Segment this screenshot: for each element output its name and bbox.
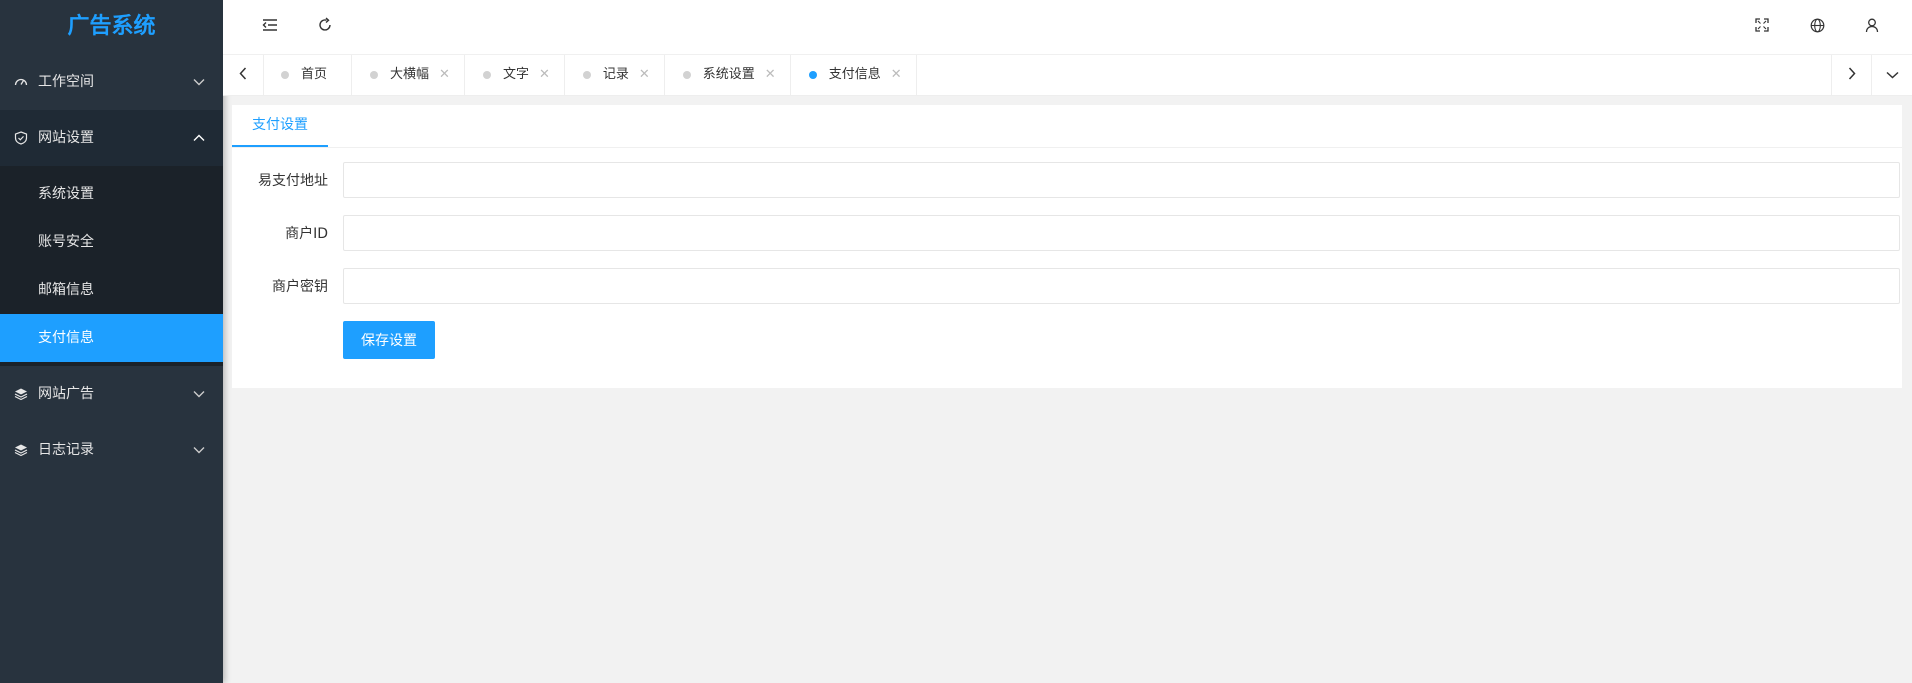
payment-settings-card: 支付设置 易支付地址 商户ID 商户密钥 保存设置	[232, 105, 1902, 388]
layers-icon	[14, 422, 28, 478]
save-settings-button[interactable]: 保存设置	[343, 321, 435, 359]
menu-fold-icon	[262, 18, 278, 36]
sidebar-item-workspace[interactable]: 工作空间	[0, 54, 223, 110]
merchant-key-input[interactable]	[343, 268, 1900, 304]
user-button[interactable]	[1852, 0, 1892, 54]
epay-url-label: 易支付地址	[258, 173, 328, 189]
tabs-scroll-left-button[interactable]	[223, 55, 264, 95]
shield-check-icon	[14, 110, 28, 166]
more-button[interactable]	[1907, 0, 1912, 54]
chevron-down-icon	[193, 366, 205, 422]
close-icon[interactable]: ✕	[539, 55, 550, 95]
tab-payment-settings[interactable]: 支付设置	[232, 105, 328, 147]
website-settings-submenu: 系统设置 账号安全 邮箱信息 支付信息	[0, 166, 223, 366]
tab-banner[interactable]: 大横幅 ✕	[352, 55, 465, 95]
form-row-merchant-id: 商户ID	[232, 215, 1902, 253]
chevron-up-icon	[193, 110, 205, 166]
sidebar-subitem-system-settings[interactable]: 系统设置	[0, 170, 223, 218]
merchant-id-input[interactable]	[343, 215, 1900, 251]
tab-list: 首页 大横幅 ✕ 文字 ✕ 记录 ✕ 系统设置 ✕ 支付信息 ✕	[263, 55, 917, 95]
user-icon	[1865, 18, 1879, 37]
tab-label: 首页	[301, 67, 328, 82]
tab-dot	[482, 71, 491, 79]
top-header	[223, 0, 1912, 55]
sidebar: 广告系统 工作空间 网站设置 系统设置 账号安全 邮箱信息 支付信息 网站广告	[0, 0, 223, 683]
sidebar-item-label: 日志记录	[38, 442, 94, 458]
sidebar-item-website-settings[interactable]: 网站设置	[0, 110, 223, 166]
tab-records[interactable]: 记录 ✕	[565, 55, 665, 95]
language-button[interactable]	[1797, 0, 1837, 54]
tab-dot	[682, 71, 691, 79]
app-logo: 广告系统	[0, 0, 223, 54]
menu-fold-button[interactable]	[250, 0, 290, 54]
tab-dot	[582, 71, 591, 79]
tabs-dropdown-button[interactable]	[1871, 55, 1912, 95]
merchant-key-label: 商户密钥	[272, 279, 328, 295]
sidebar-subitem-account-security[interactable]: 账号安全	[0, 218, 223, 266]
card-tabs: 支付设置	[232, 105, 1902, 148]
close-icon[interactable]: ✕	[891, 55, 902, 95]
close-icon[interactable]: ✕	[439, 55, 450, 95]
epay-url-input[interactable]	[343, 162, 1900, 198]
chevron-left-icon	[239, 66, 247, 84]
fullscreen-icon	[1755, 18, 1769, 36]
dashboard-icon	[14, 54, 28, 110]
tab-dot	[808, 71, 817, 79]
tab-text[interactable]: 文字 ✕	[465, 55, 565, 95]
tab-label: 文字	[502, 67, 529, 82]
fullscreen-button[interactable]	[1742, 0, 1782, 54]
globe-icon	[1810, 18, 1825, 37]
sidebar-item-label: 网站广告	[38, 386, 94, 402]
tab-label: 大横幅	[390, 67, 430, 82]
tab-label: 系统设置	[702, 67, 755, 82]
tabs-scroll-right-button[interactable]	[1831, 55, 1872, 95]
form-row-merchant-key: 商户密钥	[232, 268, 1902, 306]
sidebar-subitem-payment-info[interactable]: 支付信息	[0, 314, 223, 362]
sidebar-item-website-ads[interactable]: 网站广告	[0, 366, 223, 422]
layers-icon	[14, 366, 28, 422]
tab-label: 支付信息	[828, 67, 881, 82]
tab-payment-info[interactable]: 支付信息 ✕	[791, 55, 917, 95]
chevron-down-icon	[193, 54, 205, 110]
tab-label: 记录	[602, 67, 629, 82]
tab-home[interactable]: 首页	[263, 55, 353, 95]
close-icon[interactable]: ✕	[639, 55, 650, 95]
sidebar-item-label: 工作空间	[38, 74, 94, 90]
sidebar-item-label: 网站设置	[38, 130, 94, 146]
tab-dot	[281, 71, 289, 79]
close-icon[interactable]: ✕	[765, 55, 776, 95]
refresh-icon	[317, 17, 333, 37]
chevron-right-icon	[1848, 66, 1856, 84]
chevron-down-icon	[193, 422, 205, 478]
page-tabs-bar: 首页 大横幅 ✕ 文字 ✕ 记录 ✕ 系统设置 ✕ 支付信息 ✕	[223, 55, 1912, 96]
sidebar-item-logs[interactable]: 日志记录	[0, 422, 223, 478]
refresh-button[interactable]	[305, 0, 345, 54]
tab-dot	[370, 71, 379, 79]
sidebar-subitem-email-info[interactable]: 邮箱信息	[0, 266, 223, 314]
tab-system-settings[interactable]: 系统设置 ✕	[665, 55, 791, 95]
merchant-id-label: 商户ID	[285, 226, 328, 242]
chevron-down-icon	[1885, 67, 1899, 83]
form-row-epay-url: 易支付地址	[232, 162, 1902, 200]
